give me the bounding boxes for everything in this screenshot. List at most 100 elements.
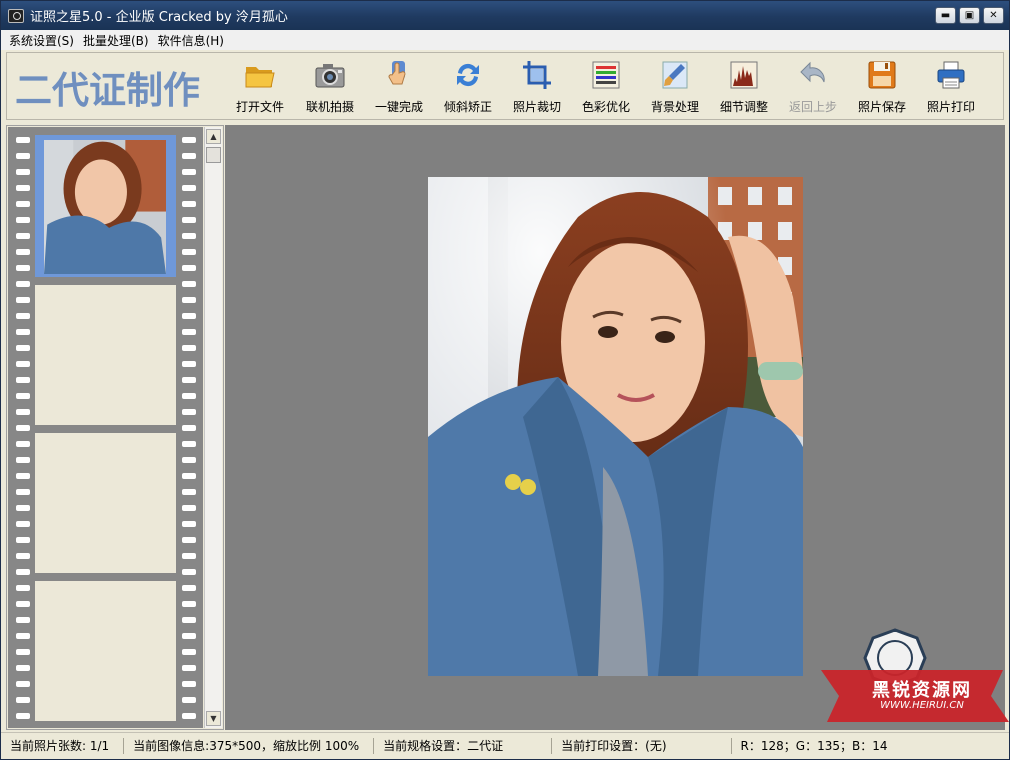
minimize-button[interactable]: ▬ xyxy=(935,7,956,24)
film-sprocket-hole xyxy=(182,617,196,623)
camera-app-icon[interactable] xyxy=(8,8,24,23)
color-optimize-label: 色彩优化 xyxy=(581,100,630,114)
photo-crop-button[interactable]: 照片裁切 xyxy=(505,59,569,115)
status-image-info: 当前图像信息:375*500，缩放比例 100% xyxy=(133,739,360,753)
print-photo-label: 照片打印 xyxy=(926,100,975,114)
film-sprocket-hole xyxy=(182,713,196,719)
film-sprocket-hole xyxy=(16,153,30,159)
film-sprocket-hole xyxy=(182,169,196,175)
film-sprocket-hole xyxy=(182,521,196,527)
film-sprocket-hole xyxy=(182,393,196,399)
film-sprocket-hole xyxy=(182,265,196,271)
working-photo[interactable] xyxy=(428,177,803,676)
film-sprocket-hole xyxy=(182,681,196,687)
film-sprocket-hole xyxy=(182,281,196,287)
film-sprocket-hole xyxy=(16,345,30,351)
film-sprocket-hole xyxy=(182,441,196,447)
film-sprocket-hole xyxy=(182,665,196,671)
save-photo-label: 照片保存 xyxy=(857,100,906,114)
film-sprocket-hole xyxy=(182,505,196,511)
film-sprocket-hole xyxy=(182,569,196,575)
window-title: 证照之星5.0 - 企业版 Cracked by 泠月孤心 xyxy=(30,10,288,25)
film-sprocket-hole xyxy=(182,153,196,159)
film-sprocket-hole xyxy=(16,393,30,399)
filmstrip-scrollbar[interactable]: ▲ ▼ xyxy=(204,127,222,728)
filmstrip[interactable] xyxy=(8,127,203,728)
save-photo-button[interactable]: 照片保存 xyxy=(850,59,914,115)
film-sprocket-hole xyxy=(182,553,196,559)
film-sprocket-hole xyxy=(16,713,30,719)
camera-capture-button[interactable]: 联机拍摄 xyxy=(298,59,362,115)
film-sprocket-hole xyxy=(16,585,30,591)
filmstrip-panel: ▲ ▼ xyxy=(6,125,224,730)
color-optimize-button[interactable]: 色彩优化 xyxy=(574,59,638,115)
menu-batch-processing[interactable]: 批量处理(B) xyxy=(83,32,149,49)
brand-title: 二代证制作 xyxy=(15,69,200,112)
filmstrip-frame-4[interactable] xyxy=(35,581,176,721)
tilt-correct-button[interactable]: 倾斜矫正 xyxy=(436,59,500,115)
restore-button[interactable]: ▣ xyxy=(959,7,980,24)
print-photo-button[interactable]: 照片打印 xyxy=(919,59,983,115)
menu-software-info[interactable]: 软件信息(H) xyxy=(158,32,224,49)
photo-thumbnail[interactable] xyxy=(44,140,166,274)
film-sprocket-hole xyxy=(182,409,196,415)
film-sprocket-hole xyxy=(16,601,30,607)
film-sprocket-hole xyxy=(182,345,196,351)
film-sprocket-hole xyxy=(16,185,30,191)
one-click-label: 一键完成 xyxy=(374,100,423,114)
watermark-brand-text: 黑锐资源网 xyxy=(872,680,972,701)
filmstrip-frame-2[interactable] xyxy=(35,285,176,425)
tilt-correct-label: 倾斜矫正 xyxy=(443,100,492,114)
printer-icon xyxy=(935,59,967,91)
filmstrip-frame-1[interactable] xyxy=(35,135,176,277)
film-sprocket-hole xyxy=(182,425,196,431)
film-sprocket-hole xyxy=(16,217,30,223)
menu-bar: 系统设置(S) 批量处理(B) 软件信息(H) xyxy=(1,30,1009,50)
toolbar: 二代证制作 打开文件 联机拍摄 一键完成 倾斜矫正 照片裁切 色彩优化 背景处理… xyxy=(6,52,1004,120)
film-sprocket-hole xyxy=(16,681,30,687)
undo-arrow-icon xyxy=(797,59,829,91)
film-sprocket-hole xyxy=(182,601,196,607)
undo-button[interactable]: 返回上步 xyxy=(781,59,845,115)
status-photo-count: 当前照片张数: 1/1 xyxy=(10,739,110,753)
film-sprocket-hole xyxy=(182,233,196,239)
open-file-button[interactable]: 打开文件 xyxy=(228,59,292,115)
scroll-up-icon[interactable]: ▲ xyxy=(206,129,221,144)
photo-crop-label: 照片裁切 xyxy=(512,100,561,114)
title-bar[interactable]: 证照之星5.0 - 企业版 Cracked by 泠月孤心 ▬ ▣ ✕ xyxy=(1,1,1009,30)
scroll-thumb[interactable] xyxy=(206,147,221,163)
film-sprocket-hole xyxy=(16,617,30,623)
film-sprocket-hole xyxy=(16,505,30,511)
film-sprocket-hole xyxy=(182,457,196,463)
film-sprocket-hole xyxy=(182,201,196,207)
menu-system-settings[interactable]: 系统设置(S) xyxy=(9,32,74,49)
detail-adjust-button[interactable]: 细节调整 xyxy=(712,59,776,115)
film-sprocket-hole xyxy=(16,649,30,655)
close-button[interactable]: ✕ xyxy=(983,7,1004,24)
film-sprocket-hole xyxy=(16,633,30,639)
film-sprocket-hole xyxy=(182,249,196,255)
hand-click-icon xyxy=(383,59,415,91)
one-click-button[interactable]: 一键完成 xyxy=(367,59,431,115)
film-sprocket-hole xyxy=(182,217,196,223)
filmstrip-frame-3[interactable] xyxy=(35,433,176,573)
rotate-arrows-icon xyxy=(452,59,484,91)
status-print-setting: 当前打印设置：(无) xyxy=(561,739,667,753)
film-sprocket-hole xyxy=(16,473,30,479)
film-sprocket-hole xyxy=(182,377,196,383)
film-sprocket-hole xyxy=(182,297,196,303)
app-window: 证照之星5.0 - 企业版 Cracked by 泠月孤心 ▬ ▣ ✕ 系统设置… xyxy=(0,0,1010,760)
open-file-label: 打开文件 xyxy=(235,100,284,114)
film-sprocket-hole xyxy=(16,377,30,383)
film-sprocket-hole xyxy=(182,329,196,335)
film-sprocket-hole xyxy=(16,537,30,543)
film-sprocket-hole xyxy=(16,249,30,255)
scroll-down-icon[interactable]: ▼ xyxy=(206,711,221,726)
film-sprocket-hole xyxy=(16,281,30,287)
status-rgb-readout: R：128；G：135；B：14 xyxy=(740,739,888,753)
background-process-button[interactable]: 背景处理 xyxy=(643,59,707,115)
film-sprocket-hole xyxy=(16,265,30,271)
film-sprocket-hole xyxy=(16,489,30,495)
film-sprocket-hole xyxy=(16,409,30,415)
film-sprocket-hole xyxy=(16,169,30,175)
